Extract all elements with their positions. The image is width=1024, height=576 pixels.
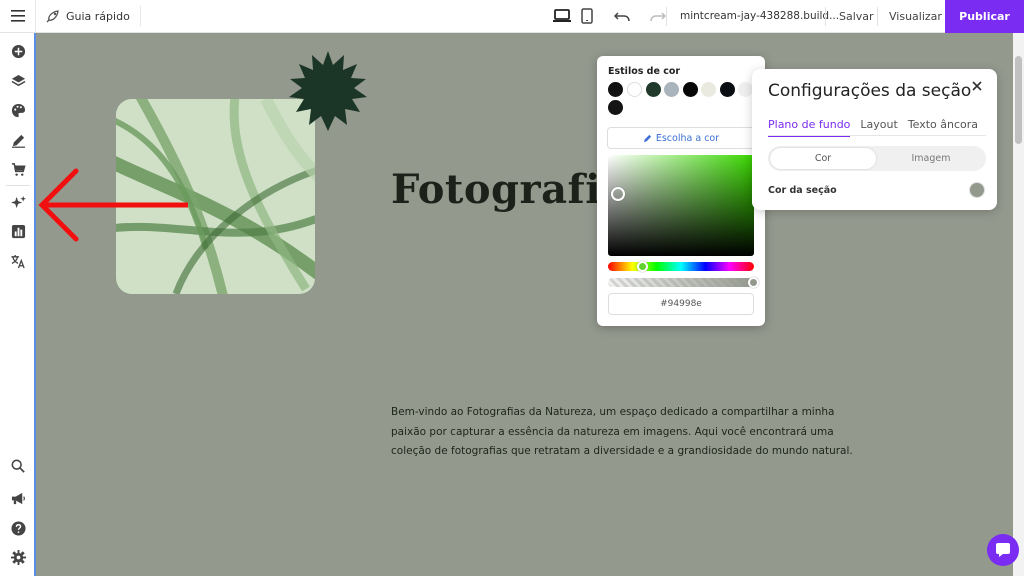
plus-circle-icon [11, 44, 25, 58]
mobile-icon[interactable] [581, 8, 593, 24]
translate-icon [11, 254, 25, 268]
section-color-swatch[interactable] [969, 182, 985, 198]
layers-button[interactable] [10, 73, 26, 89]
page-headline[interactable]: Fotografia [391, 166, 627, 213]
store-button[interactable] [10, 161, 26, 177]
section-settings-title: Configurações da seção [768, 81, 972, 101]
opacity-slider[interactable] [608, 278, 754, 287]
palette-icon [11, 103, 25, 117]
saturation-handle[interactable] [611, 187, 625, 201]
undo-icon[interactable] [614, 9, 630, 23]
bar-chart-icon [11, 224, 25, 238]
menu-button[interactable] [0, 0, 36, 33]
section-color-label: Cor da seção [768, 185, 837, 196]
desktop-icon[interactable] [553, 8, 571, 24]
opacity-handle[interactable] [748, 277, 759, 288]
divider [768, 135, 986, 136]
translate-button[interactable] [10, 253, 26, 269]
settings-button[interactable] [10, 549, 26, 565]
color-swatch[interactable] [720, 82, 735, 97]
chat-icon [996, 543, 1010, 557]
color-swatch[interactable] [738, 82, 753, 97]
layers-icon [11, 74, 25, 86]
megaphone-icon [11, 492, 25, 504]
pick-color-button[interactable]: Escolha a cor [607, 127, 755, 149]
close-button[interactable] [972, 79, 982, 95]
saturation-value-area[interactable] [608, 155, 754, 256]
chat-button[interactable] [987, 534, 1019, 566]
toggle-color[interactable]: Cor [770, 148, 876, 169]
color-swatch[interactable] [664, 82, 679, 97]
hue-slider[interactable] [608, 262, 754, 271]
divider [666, 7, 667, 26]
undo-redo [614, 9, 666, 23]
quick-guide-label: Guia rápido [66, 9, 130, 23]
color-swatch[interactable] [608, 100, 623, 115]
pen-icon [11, 134, 25, 148]
add-section-button[interactable] [10, 43, 26, 59]
scrollbar[interactable] [1013, 33, 1024, 576]
search-button[interactable] [10, 458, 26, 474]
save-button[interactable]: Salvar [839, 10, 874, 23]
device-switch [553, 8, 593, 24]
hamburger-icon [10, 10, 25, 22]
site-name[interactable]: mintcream-jay-438288.build... [680, 10, 839, 22]
section-settings-panel: Configurações da seção Plano de fundo La… [752, 69, 997, 210]
background-type-toggle: Cor Imagem [768, 146, 986, 171]
divider [6, 185, 30, 186]
ai-tools-button[interactable] [10, 194, 26, 210]
left-toolbar [0, 33, 36, 576]
help-button[interactable] [10, 520, 26, 536]
toggle-image[interactable]: Imagem [878, 148, 984, 169]
scrollbar-thumb[interactable] [1015, 56, 1022, 144]
search-icon [11, 459, 25, 473]
analytics-button[interactable] [10, 223, 26, 239]
color-swatch[interactable] [701, 82, 716, 97]
rocket-icon [46, 10, 59, 23]
divider [825, 7, 826, 26]
color-swatch[interactable] [608, 82, 623, 97]
intro-paragraph[interactable]: Bem-vindo ao Fotografias da Natureza, um… [391, 403, 861, 462]
preview-button[interactable]: Visualizar [889, 10, 942, 23]
gear-icon [10, 549, 26, 565]
eyedropper-icon [643, 134, 651, 142]
publish-button[interactable]: Publicar [945, 0, 1024, 33]
blog-button[interactable] [10, 132, 26, 148]
redo-icon[interactable] [650, 9, 666, 23]
color-swatch[interactable] [646, 82, 661, 97]
announcements-button[interactable] [10, 490, 26, 506]
color-swatch[interactable] [627, 82, 642, 97]
help-icon [10, 520, 26, 536]
quick-guide-button[interactable]: Guia rápido [36, 6, 141, 26]
hex-input[interactable]: #94998e [608, 293, 754, 315]
hue-handle[interactable] [637, 261, 648, 272]
red-arrow-annotation [38, 168, 188, 242]
pick-color-label: Escolha a cor [655, 132, 720, 144]
cart-icon [11, 162, 26, 176]
color-swatch[interactable] [683, 82, 698, 97]
divider [877, 7, 878, 26]
close-icon [972, 81, 982, 91]
color-picker-panel: Estilos de cor Escolha a cor #94998e [597, 56, 765, 326]
color-styles-title: Estilos de cor [608, 66, 681, 77]
sparkle-icon [10, 195, 26, 208]
styles-button[interactable] [10, 102, 26, 118]
starburst-shape[interactable] [288, 51, 368, 131]
